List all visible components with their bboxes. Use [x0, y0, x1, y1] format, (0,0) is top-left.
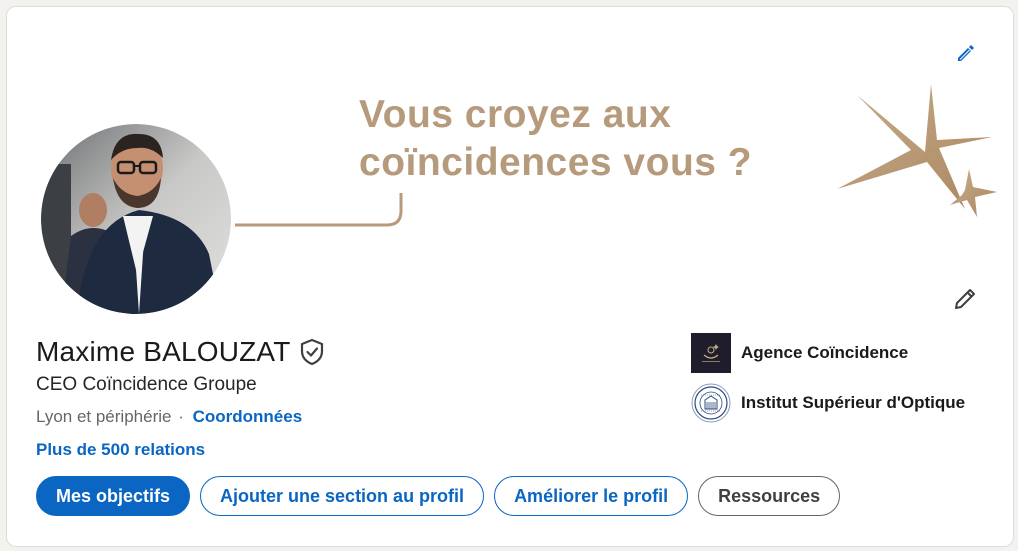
org-name-agence: Agence Coïncidence: [741, 343, 909, 362]
connections-link[interactable]: Plus de 500 relations: [36, 440, 205, 460]
org-name-institut: Institut Supérieur d'Optique: [741, 393, 966, 412]
add-profile-section-button[interactable]: Ajouter une section au profil: [200, 476, 485, 516]
organizations-list: Agence Coïncidence Institut Supérieur d'…: [691, 333, 965, 433]
profile-name: Maxime BALOUZAT: [36, 336, 291, 367]
profile-actions: Mes objectifs Ajouter une section au pro…: [36, 476, 850, 516]
banner-headline-line1: Vous croyez aux: [359, 93, 672, 136]
improve-profile-button[interactable]: Améliorer le profil: [494, 476, 689, 516]
pencil-icon: [955, 289, 975, 309]
pencil-icon: [958, 45, 974, 61]
edit-intro-button[interactable]: [947, 281, 983, 317]
agence-coincidence-logo: [691, 333, 731, 373]
location-row: Lyon et périphérie · Coordonnées: [36, 407, 302, 427]
profile-headline: CEO Coïncidence Groupe: [36, 374, 257, 395]
edit-banner-button[interactable]: [951, 39, 979, 67]
verified-shield-icon[interactable]: [299, 338, 325, 366]
banner-headline: Vous croyez aux coïncidences vous ?: [359, 91, 752, 187]
location-separator: ·: [178, 407, 184, 426]
org-item-institut[interactable]: Institut Supérieur d'Optique: [691, 383, 965, 423]
my-goals-button[interactable]: Mes objectifs: [36, 476, 191, 516]
resources-button[interactable]: Ressources: [698, 476, 841, 516]
name-row: Maxime BALOUZAT: [36, 336, 325, 368]
banner-headline-line2: coïncidences vous ?: [359, 141, 753, 184]
org-item-agence[interactable]: Agence Coïncidence: [691, 333, 965, 373]
profile-top-card: Vous croyez aux coïncidences vous ? Maxi…: [6, 6, 1014, 547]
location-text: Lyon et périphérie: [36, 407, 172, 426]
contact-info-link[interactable]: Coordonnées: [193, 407, 303, 426]
avatar[interactable]: [41, 124, 231, 314]
institut-optique-logo: [691, 383, 731, 423]
